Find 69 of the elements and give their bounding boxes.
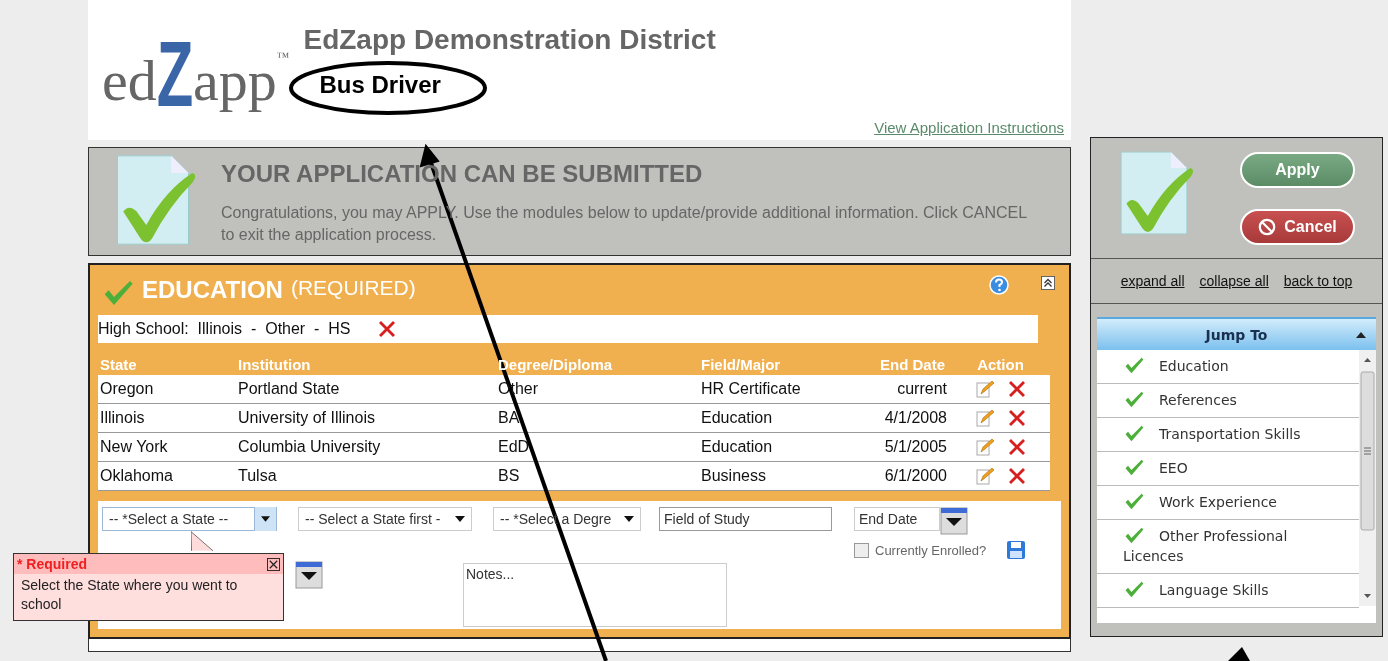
nav-link[interactable]: back to top [1283, 273, 1353, 289]
calendar-icon[interactable] [940, 507, 968, 535]
high-school-text: High School: Illinois - Other - HS [98, 320, 351, 338]
help-icon[interactable] [989, 275, 1009, 295]
caret-icon [254, 507, 276, 531]
table-cell-text: Illinois [99, 409, 146, 427]
column-header: Field/Major [700, 356, 782, 373]
table-cell-text: 5/1/2005 [883, 438, 948, 456]
table-cell-text: Education [700, 438, 774, 456]
collapse-icon[interactable] [1041, 276, 1055, 290]
scrollbar[interactable] [1359, 350, 1376, 606]
table-cell-text: Columbia University [237, 438, 382, 456]
jump-item[interactable]: Transportation Skills [1097, 418, 1359, 452]
district-name: EdZapp Demonstration District [303, 24, 716, 56]
table-cell-text: BS [497, 467, 521, 485]
table-cell-text: HR Certificate [700, 380, 802, 398]
table-cell-text: current [896, 380, 948, 398]
caret-icon[interactable] [1356, 331, 1366, 338]
edit-icon[interactable] [974, 466, 995, 486]
edit-icon[interactable] [974, 379, 995, 399]
table-cell-text: Business [700, 467, 767, 485]
nav-link[interactable]: expand all [1120, 273, 1185, 289]
edit-icon[interactable] [974, 437, 995, 457]
text-field[interactable]: Field of Study [659, 507, 832, 531]
close-icon[interactable] [267, 557, 280, 571]
logo: edZapp™ [102, 26, 290, 116]
tooltip-message: Select the State where you went to school [20, 576, 239, 614]
table-cell-text: New York [99, 438, 169, 456]
caret-icon [455, 516, 465, 522]
jump-item[interactable]: Work Experience [1097, 486, 1359, 520]
column-header: Institution [237, 356, 312, 373]
checkbox-label: Currently Enrolled? [875, 542, 987, 558]
select-field[interactable]: -- *Select a State -- [102, 507, 277, 531]
table-cell-text: EdD [497, 438, 531, 456]
save-icon[interactable] [1006, 539, 1027, 561]
section-qualifier: (REQUIRED) [290, 276, 416, 300]
annotation-arrow [1228, 647, 1250, 661]
jump-to-header[interactable]: Jump To [1097, 317, 1376, 350]
select-field[interactable]: -- Select a State first - [298, 507, 472, 531]
instructions-link[interactable]: View Application Instructions [874, 119, 1064, 136]
tooltip-title: * Required [17, 556, 87, 572]
jump-to-title: Jump To [1205, 326, 1268, 343]
section-title: EDUCATION [142, 276, 283, 304]
jump-item[interactable]: References [1097, 384, 1359, 418]
column-header: End Date [879, 356, 946, 373]
table-cell-text: University of Illinois [237, 409, 376, 427]
jump-item[interactable]: Education [1097, 350, 1359, 384]
date-field[interactable]: End Date [854, 507, 940, 531]
jump-item[interactable]: Language Skills [1097, 574, 1359, 608]
table-cell-text: Education [700, 409, 774, 427]
caret-icon [624, 516, 634, 522]
calendar-icon[interactable] [295, 561, 323, 589]
cancel-icon [1258, 218, 1277, 236]
cancel-button[interactable]: Cancel [1240, 209, 1355, 245]
nav-link[interactable]: collapse all [1199, 273, 1269, 289]
jump-item[interactable]: EEO [1097, 452, 1359, 486]
table-cell-text: BA [497, 409, 521, 427]
column-header: Action [976, 356, 1025, 373]
table-cell-text: Portland State [237, 380, 341, 398]
table-cell-text: 4/1/2008 [883, 409, 948, 427]
table-cell-text: 6/1/2000 [883, 467, 948, 485]
table-cell-text: Oregon [99, 380, 155, 398]
job-title: Bus Driver [319, 71, 442, 99]
edit-icon[interactable] [974, 408, 995, 428]
checkbox[interactable] [854, 542, 869, 558]
table-cell-text: Oklahoma [99, 467, 174, 485]
column-header: State [99, 356, 138, 373]
table-cell-text: Tulsa [237, 467, 278, 485]
notes-field[interactable]: Notes... [463, 563, 727, 627]
